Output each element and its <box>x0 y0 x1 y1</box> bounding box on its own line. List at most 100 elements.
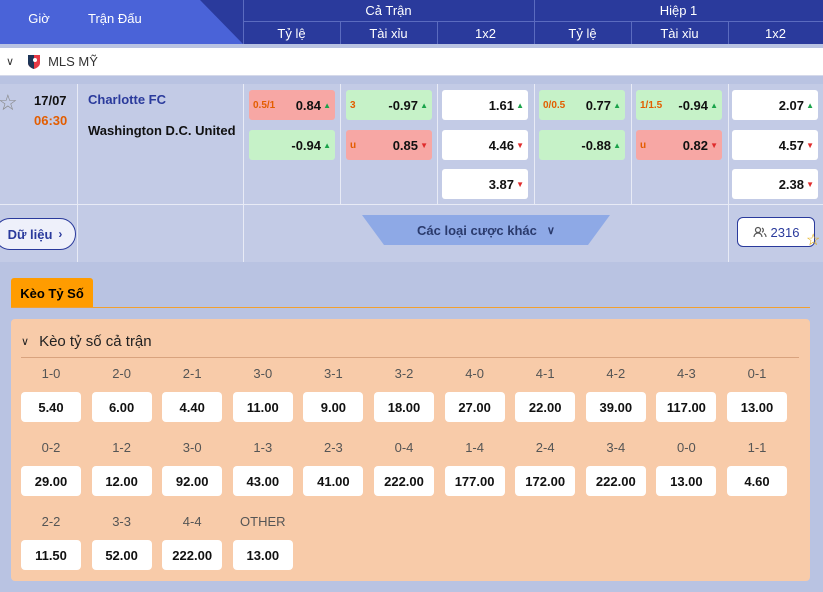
score-label: OTHER <box>240 514 286 529</box>
score-odds-button[interactable]: 13.00 <box>232 540 293 570</box>
score-odds-button[interactable]: 4.40 <box>162 392 223 422</box>
score-odds-button[interactable]: 5.40 <box>21 392 81 422</box>
score-label: 4-1 <box>535 366 555 381</box>
score-odds-button[interactable]: 117.00 <box>656 392 717 422</box>
score-odds-button[interactable]: 29.00 <box>21 466 81 496</box>
score-odds-button[interactable]: 22.00 <box>515 392 576 422</box>
score-odds-button[interactable]: 172.00 <box>515 466 576 496</box>
tab-correct-score[interactable]: Kèo Tỷ Số <box>11 278 93 308</box>
header-ft-1x2: 1x2 <box>475 25 496 41</box>
data-button[interactable]: Dữ liệu › <box>0 218 76 250</box>
league-name[interactable]: MLS MỸ <box>48 54 98 69</box>
score-odds-button[interactable]: 92.00 <box>162 466 223 496</box>
header-h1-over-under: Tài xỉu <box>660 25 699 41</box>
header-half1: Hiệp 1 <box>659 2 698 18</box>
viewers-badge[interactable]: 2316 <box>737 217 815 247</box>
header-h1-handicap: Tỷ lệ <box>568 25 597 41</box>
arrow-down-icon: ▼ <box>806 140 814 150</box>
correct-score-panel: ∨ Kèo tỷ số cả trận 1-0 5.40 2-0 6.00 2-1 4.4… <box>11 319 810 581</box>
ft-handicap-away[interactable]: -0.94 ▲ <box>249 130 335 160</box>
score-odds-button[interactable]: 18.00 <box>374 392 434 422</box>
chevron-down-icon[interactable]: ∨ <box>6 55 14 68</box>
header-full-match: Cả Trận <box>365 2 412 18</box>
arrow-up-icon: ▲ <box>323 140 331 150</box>
favorite-star-icon[interactable]: ☆ <box>806 230 820 250</box>
h1-1x2-away[interactable]: 4.57 ▼ <box>732 130 818 160</box>
h1-under[interactable]: u 0.82 ▼ <box>636 130 722 160</box>
header-time: Giờ <box>28 10 50 26</box>
score-odds-button[interactable]: 43.00 <box>232 466 293 496</box>
score-label: 3-0 <box>253 366 273 381</box>
score-odds-button[interactable]: 11.00 <box>232 392 293 422</box>
score-odds-button[interactable]: 27.00 <box>444 392 505 422</box>
match-date: 17/07 <box>34 93 67 108</box>
score-label: 2-3 <box>323 440 343 455</box>
score-odds-button[interactable]: 222.00 <box>162 540 223 570</box>
score-odds-button[interactable]: 39.00 <box>585 392 646 422</box>
score-label: 0-2 <box>41 440 61 455</box>
chevron-down-icon: ∨ <box>546 224 555 237</box>
h1-1x2-draw[interactable]: 2.38 ▼ <box>732 169 818 199</box>
ft-under[interactable]: u 0.85 ▼ <box>346 130 432 160</box>
favorite-star-icon[interactable]: ☆ <box>0 90 18 116</box>
h1-handicap-away[interactable]: -0.88 ▲ <box>539 130 625 160</box>
chevron-right-icon: › <box>58 227 63 241</box>
match-time: 06:30 <box>34 113 68 128</box>
score-label: 3-3 <box>112 514 131 529</box>
more-bets-button[interactable]: Các loại cược khác ∨ <box>362 215 610 245</box>
score-label: 0-0 <box>676 440 696 455</box>
score-label: 3-4 <box>606 440 626 455</box>
score-label: 1-3 <box>253 440 273 455</box>
arrow-down-icon: ▼ <box>806 179 814 189</box>
users-icon <box>752 226 767 238</box>
score-label: 3-1 <box>323 366 343 381</box>
ft-handicap-home[interactable]: 0.5/1 0.84 ▲ <box>249 90 335 120</box>
score-odds-button[interactable]: 6.00 <box>91 392 152 422</box>
score-label: 3-0 <box>182 440 202 455</box>
arrow-up-icon: ▲ <box>516 100 524 110</box>
score-odds-button[interactable]: 41.00 <box>303 466 364 496</box>
h1-over[interactable]: 1/1.5 -0.94 ▲ <box>636 90 722 120</box>
score-label: 0-1 <box>747 366 767 381</box>
score-odds-button[interactable]: 13.00 <box>656 466 717 496</box>
score-label: 2-2 <box>41 514 61 529</box>
score-label: 0-4 <box>394 440 414 455</box>
away-team[interactable]: Washington D.C. United <box>88 123 236 138</box>
ft-1x2-away[interactable]: 4.46 ▼ <box>442 130 528 160</box>
score-odds-button[interactable]: 4.60 <box>727 466 787 496</box>
score-odds-button[interactable]: 9.00 <box>303 392 364 422</box>
header-ft-handicap: Tỷ lệ <box>277 25 306 41</box>
score-odds-button[interactable]: 13.00 <box>727 392 787 422</box>
score-label: 4-2 <box>606 366 626 381</box>
league-row[interactable]: ∨ MLS MỸ <box>0 48 823 76</box>
ft-1x2-home[interactable]: 1.61 ▲ <box>442 90 528 120</box>
score-label: 1-4 <box>465 440 484 455</box>
h1-handicap-home[interactable]: 0/0.5 0.77 ▲ <box>539 90 625 120</box>
arrow-up-icon: ▲ <box>806 100 814 110</box>
home-team[interactable]: Charlotte FC <box>88 92 166 107</box>
score-label: 4-4 <box>182 514 202 529</box>
score-odds-button[interactable]: 11.50 <box>21 540 81 570</box>
arrow-up-icon: ▲ <box>420 100 428 110</box>
arrow-down-icon: ▼ <box>710 140 718 150</box>
score-odds-button[interactable]: 222.00 <box>585 466 646 496</box>
header-ft-over-under: Tài xỉu <box>369 25 408 41</box>
correct-score-section-header[interactable]: ∨ Kèo tỷ số cả trận <box>21 333 152 350</box>
score-odds-button[interactable]: 52.00 <box>91 540 152 570</box>
score-label: 2-0 <box>112 366 131 381</box>
header-h1-1x2: 1x2 <box>765 25 786 41</box>
h1-1x2-home[interactable]: 2.07 ▲ <box>732 90 818 120</box>
score-odds-button[interactable]: 222.00 <box>374 466 434 496</box>
ft-over[interactable]: 3 -0.97 ▲ <box>346 90 432 120</box>
odds-table-header: Giờ Trận Đấu Cả Trận Hiệp 1 Tỷ lệ Tài xỉ… <box>0 0 823 44</box>
arrow-up-icon: ▲ <box>613 140 621 150</box>
arrow-down-icon: ▼ <box>516 179 524 189</box>
score-label: 2-4 <box>535 440 555 455</box>
score-label: 4-3 <box>676 366 696 381</box>
score-label: 1-2 <box>112 440 131 455</box>
score-odds-button[interactable]: 177.00 <box>444 466 505 496</box>
arrow-up-icon: ▲ <box>613 100 621 110</box>
ft-1x2-draw[interactable]: 3.87 ▼ <box>442 169 528 199</box>
score-odds-button[interactable]: 12.00 <box>91 466 152 496</box>
arrow-down-icon: ▼ <box>420 140 428 150</box>
